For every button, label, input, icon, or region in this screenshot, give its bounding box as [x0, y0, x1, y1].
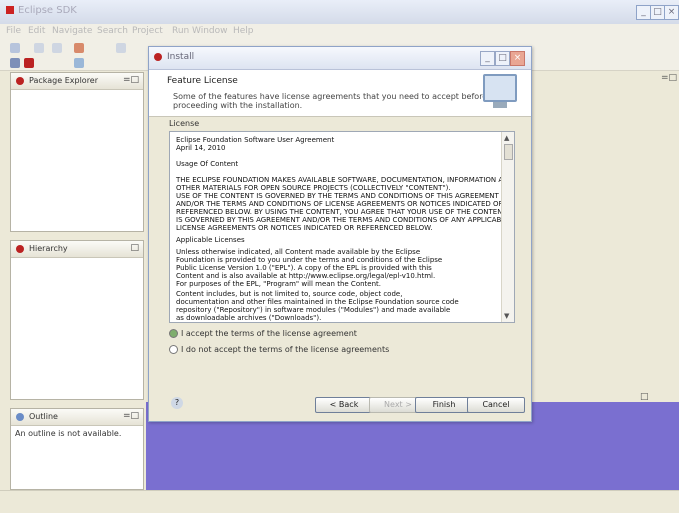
license-line: THE ECLIPSE FOUNDATION MAKES AVAILABLE S… — [176, 176, 515, 184]
license-line: Eclipse Foundation Software User Agreeme… — [176, 136, 335, 144]
hierarchy-icon — [16, 245, 24, 253]
license-line: documentation and other files maintained… — [176, 298, 459, 306]
menubar: File Edit Navigate Search Project Run Wi… — [0, 24, 679, 40]
license-line: as downloadable archives ("Downloads"). — [176, 314, 322, 322]
dialog-close-button[interactable]: × — [510, 51, 525, 66]
dialog-maximize-button[interactable]: □ — [495, 51, 510, 66]
back-button[interactable]: < Back — [315, 397, 373, 413]
hierarchy-tab[interactable]: Hierarchy □ — [11, 241, 143, 258]
license-line: Unless otherwise indicated, all Content … — [176, 248, 421, 256]
minimize-button[interactable]: _ — [636, 5, 651, 20]
print-icon[interactable] — [52, 43, 62, 53]
license-line: REFERENCED BELOW. BY USING THE CONTENT, … — [176, 208, 507, 216]
scroll-thumb[interactable] — [504, 144, 513, 160]
menu-run[interactable]: Run — [172, 26, 189, 36]
bottom-view-minmax-icon[interactable]: □ — [640, 392, 649, 402]
license-line: Content includes, but is not limited to,… — [176, 290, 403, 298]
menu-navigate[interactable]: Navigate — [52, 26, 92, 36]
license-line: AND/OR THE TERMS AND CONDITIONS OF LICEN… — [176, 200, 504, 208]
menu-window[interactable]: Window — [192, 26, 228, 36]
package-icon — [16, 77, 24, 85]
license-line: Applicable Licenses — [176, 236, 245, 244]
dialog-titlebar: Install _ □ × — [149, 47, 531, 70]
run-icon[interactable] — [116, 43, 126, 53]
view-minmax-icon[interactable]: =□ — [123, 411, 139, 421]
menu-search[interactable]: Search — [97, 26, 128, 36]
hierarchy-view: Hierarchy □ — [10, 240, 144, 400]
close-button[interactable]: × — [664, 5, 679, 20]
accept-license-radio[interactable]: I accept the terms of the license agreem… — [169, 329, 357, 338]
computer-base-icon — [493, 102, 507, 108]
license-line: USE OF THE CONTENT IS GOVERNED BY THE TE… — [176, 192, 499, 200]
license-scrollbar[interactable]: ▲ ▼ — [501, 132, 514, 322]
decline-license-radio[interactable]: I do not accept the terms of the license… — [169, 345, 389, 354]
license-line: LICENSE AGREEMENTS OR NOTICES INDICATED … — [176, 224, 433, 232]
license-line: For purposes of the EPL, "Program" will … — [176, 280, 381, 288]
menu-help[interactable]: Help — [233, 26, 254, 36]
install-dialog: Install _ □ × Feature License Some of th… — [148, 46, 532, 422]
license-line: Content and is also available at http://… — [176, 272, 436, 280]
license-line: OTHER MATERIALS FOR OPEN SOURCE PROJECTS… — [176, 184, 451, 192]
license-line: April 14, 2010 — [176, 144, 226, 152]
menu-project[interactable]: Project — [132, 26, 163, 36]
scroll-down-icon[interactable]: ▼ — [504, 312, 509, 320]
maximize-button[interactable]: □ — [650, 5, 665, 20]
outline-message: An outline is not available. — [15, 429, 122, 438]
help-icon[interactable]: ? — [171, 397, 183, 409]
dialog-button-bar: ? < Back Next > Finish Cancel — [149, 387, 531, 417]
computer-icon — [483, 74, 517, 102]
debug-perspective-icon[interactable] — [74, 58, 84, 68]
outline-icon — [16, 413, 24, 421]
debug-icon[interactable] — [74, 43, 84, 53]
license-line: IS GOVERNED BY THIS AGREEMENT AND/OR THE… — [176, 216, 510, 224]
dialog-minimize-button[interactable]: _ — [480, 51, 495, 66]
license-line: Public License Version 1.0 ("EPL"). A co… — [176, 264, 432, 272]
perspective-icon[interactable] — [10, 58, 20, 68]
menu-edit[interactable]: Edit — [28, 26, 45, 36]
license-line: Usage Of Content — [176, 160, 239, 168]
outline-tab[interactable]: Outline =□ — [11, 409, 143, 426]
save-icon[interactable] — [34, 43, 44, 53]
outline-title: Outline — [29, 412, 58, 421]
window-title: Eclipse SDK — [18, 5, 77, 16]
menu-file[interactable]: File — [6, 26, 21, 36]
cancel-button[interactable]: Cancel — [467, 397, 525, 413]
main-titlebar: Eclipse SDK _ □ × — [0, 0, 679, 25]
finish-button[interactable]: Finish — [415, 397, 473, 413]
radio-unselected-icon[interactable] — [169, 345, 178, 354]
status-bar — [0, 490, 679, 513]
scroll-up-icon[interactable]: ▲ — [504, 134, 509, 142]
eclipse-icon — [6, 6, 14, 14]
package-explorer-title: Package Explorer — [29, 76, 99, 85]
outline-view: Outline =□ An outline is not available. — [10, 408, 144, 490]
radio-selected-icon[interactable] — [169, 329, 178, 338]
view-minmax-icon[interactable]: =□ — [123, 75, 139, 85]
java-perspective-icon[interactable] — [24, 58, 34, 68]
install-icon — [154, 53, 162, 61]
license-text-area[interactable]: Eclipse Foundation Software User Agreeme… — [169, 131, 515, 323]
license-line: Foundation is provided to you under the … — [176, 256, 443, 264]
package-explorer-view: Package Explorer =□ — [10, 72, 144, 232]
dialog-header-description: Some of the features have license agreem… — [173, 92, 488, 110]
decline-license-label: I do not accept the terms of the license… — [181, 345, 390, 354]
dialog-header: Feature License Some of the features hav… — [149, 70, 531, 117]
dialog-title: Install — [167, 52, 195, 62]
dialog-header-title: Feature License — [167, 76, 238, 86]
license-line: repository ("Repository") in software mo… — [176, 306, 451, 314]
license-label: License — [169, 119, 200, 128]
package-explorer-tab[interactable]: Package Explorer =□ — [11, 73, 143, 90]
view-minmax-icon[interactable]: □ — [130, 243, 139, 253]
hierarchy-title: Hierarchy — [29, 244, 68, 253]
new-icon[interactable] — [10, 43, 20, 53]
editor-minmax-icon[interactable]: =□ — [661, 73, 677, 83]
accept-license-label: I accept the terms of the license agreem… — [181, 329, 357, 338]
